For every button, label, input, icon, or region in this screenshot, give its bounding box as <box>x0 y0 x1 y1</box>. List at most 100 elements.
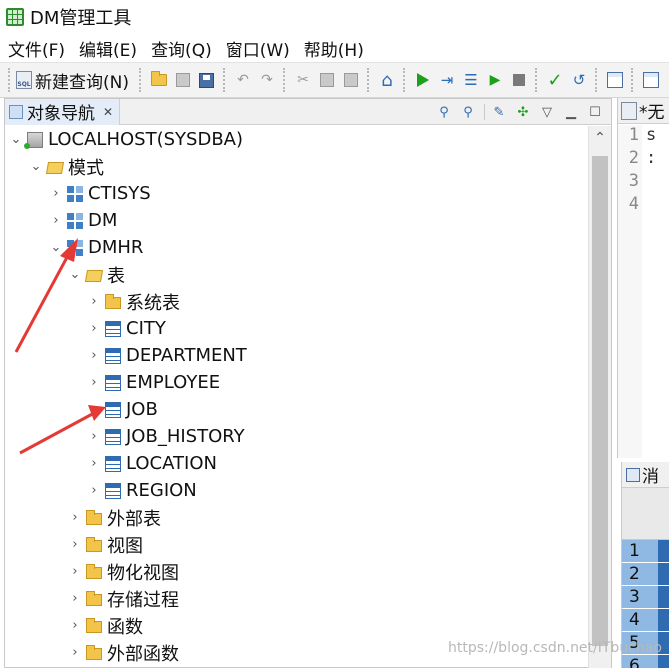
menu-file[interactable]: 文件(F) <box>8 36 65 61</box>
chevron-right-icon[interactable]: › <box>68 591 82 606</box>
save-disabled-button[interactable] <box>172 69 194 91</box>
execute-plan-button[interactable]: ☰ <box>460 69 482 91</box>
chevron-right-icon[interactable]: › <box>68 618 82 633</box>
chevron-right-icon[interactable]: › <box>68 564 82 579</box>
tree-node-tables[interactable]: ⌄ 表 <box>68 261 125 288</box>
open-button[interactable] <box>148 69 170 91</box>
undo-button[interactable]: ↶ <box>232 69 254 91</box>
code-line: s <box>646 125 657 145</box>
tree-node-city[interactable]: › CITY <box>87 315 165 342</box>
tree-node-ctisys[interactable]: › CTISYS <box>49 180 151 207</box>
collapse-all-icon[interactable]: ✣ <box>513 102 533 122</box>
chevron-right-icon[interactable]: › <box>49 186 63 201</box>
chevron-down-icon[interactable]: ⌄ <box>29 159 43 174</box>
tree-node-materialized-views[interactable]: › 物化视图 <box>68 558 179 585</box>
chevron-right-icon[interactable]: › <box>87 402 101 417</box>
tab-sql-editor[interactable]: *无 <box>618 98 669 124</box>
chevron-down-icon[interactable]: ⌄ <box>9 132 23 147</box>
execute-button[interactable] <box>412 69 434 91</box>
chevron-down-icon[interactable]: ⌄ <box>68 267 82 282</box>
result-row[interactable]: 1 <box>622 540 669 563</box>
tree-node-schemas[interactable]: ⌄ 模式 <box>29 153 104 180</box>
tab-object-navigator[interactable]: 对象导航 ✕ <box>5 98 121 125</box>
save-all-button[interactable] <box>196 69 218 91</box>
view-menu-icon[interactable]: ▽ <box>537 102 557 122</box>
tree-node-procedures[interactable]: › 存储过程 <box>68 585 179 612</box>
settings-button[interactable] <box>640 69 662 91</box>
execute-step-button[interactable]: ⇥ <box>436 69 458 91</box>
result-cell[interactable] <box>658 586 669 608</box>
menu-query[interactable]: 查询(Q) <box>151 36 212 61</box>
tree-node-system-tables[interactable]: › 系统表 <box>87 288 180 315</box>
redo-button[interactable]: ↷ <box>256 69 278 91</box>
toolbar-grip[interactable] <box>8 68 12 92</box>
tab-messages[interactable]: 消 <box>622 462 669 488</box>
tree-node-region[interactable]: › REGION <box>87 477 196 504</box>
menu-window[interactable]: 窗口(W) <box>226 36 290 61</box>
tree-node-label: 外部函数 <box>107 643 179 665</box>
tree-node-job[interactable]: › JOB <box>87 396 157 423</box>
chevron-right-icon[interactable]: › <box>87 348 101 363</box>
chevron-right-icon[interactable]: › <box>87 321 101 336</box>
tree-node-label: 模式 <box>68 157 104 179</box>
minimize-icon[interactable]: ▁ <box>561 102 581 122</box>
edit-icon[interactable]: ✎ <box>489 102 509 122</box>
chevron-right-icon[interactable]: › <box>68 537 82 552</box>
commit-button[interactable]: ✓ <box>544 69 566 91</box>
code-area[interactable]: s : <box>646 125 669 458</box>
step-icon: ⇥ <box>440 71 454 89</box>
chevron-right-icon[interactable]: › <box>68 645 82 660</box>
result-cell[interactable] <box>658 563 669 585</box>
rollback-button[interactable]: ↺ <box>568 69 590 91</box>
connect-icon[interactable]: ⚲ <box>434 102 454 122</box>
grid-view-button[interactable] <box>604 69 626 91</box>
window-title: DM管理工具 <box>30 8 132 29</box>
chevron-right-icon[interactable]: › <box>87 294 101 309</box>
chevron-right-icon[interactable]: › <box>49 213 63 228</box>
paste-button[interactable] <box>340 69 362 91</box>
tree-scrollbar[interactable]: ⌃ <box>588 126 611 668</box>
scrollbar-thumb[interactable] <box>592 156 608 646</box>
result-cell[interactable] <box>658 609 669 631</box>
tree-node-label: CTISYS <box>88 183 151 204</box>
chevron-right-icon[interactable]: › <box>87 483 101 498</box>
tree-node-external-functions[interactable]: › 外部函数 <box>68 639 179 666</box>
menu-help[interactable]: 帮助(H) <box>304 36 364 61</box>
chevron-right-icon[interactable]: › <box>87 429 101 444</box>
tree-node-views[interactable]: › 视图 <box>68 531 143 558</box>
stop-button[interactable] <box>508 69 530 91</box>
tree-node-dm[interactable]: › DM <box>49 207 117 234</box>
result-row[interactable]: 6 <box>622 655 669 668</box>
chevron-up-icon[interactable]: ⌃ <box>589 126 611 150</box>
tree-node-localhost[interactable]: ⌄ LOCALHOST(SYSDBA) <box>9 126 243 153</box>
chevron-right-icon[interactable]: › <box>68 510 82 525</box>
table-icon <box>105 401 121 418</box>
menu-edit[interactable]: 编辑(E) <box>79 36 137 61</box>
copy-button[interactable] <box>316 69 338 91</box>
disconnect-icon[interactable]: ⚲ <box>458 102 478 122</box>
chevron-right-icon[interactable]: › <box>87 375 101 390</box>
result-row[interactable]: 4 <box>622 609 669 632</box>
tree-node-dmhr[interactable]: ⌄ DMHR <box>49 234 144 261</box>
tree-node-employee[interactable]: › EMPLOYEE <box>87 369 220 396</box>
chevron-down-icon[interactable]: ⌄ <box>49 240 63 255</box>
maximize-icon[interactable]: ☐ <box>585 102 605 122</box>
chevron-right-icon[interactable]: › <box>87 456 101 471</box>
close-icon[interactable]: ✕ <box>103 105 113 119</box>
result-row[interactable]: 3 <box>622 586 669 609</box>
tree-node-label: 表 <box>107 265 125 287</box>
tree-node-location[interactable]: › LOCATION <box>87 450 217 477</box>
cut-button[interactable]: ✂ <box>292 69 314 91</box>
execute-script-button[interactable]: ▶ <box>484 69 506 91</box>
title-bar: DM管理工具 <box>0 0 669 34</box>
toolbar-separator <box>534 68 539 92</box>
result-cell[interactable] <box>658 540 669 562</box>
tree-node-job-history[interactable]: › JOB_HISTORY <box>87 423 244 450</box>
tree-node-department[interactable]: › DEPARTMENT <box>87 342 246 369</box>
result-row[interactable]: 2 <box>622 563 669 586</box>
home-button[interactable]: ⌂ <box>376 69 398 91</box>
result-cell[interactable] <box>658 655 669 668</box>
tree-node-external-tables[interactable]: › 外部表 <box>68 504 161 531</box>
tree-node-functions[interactable]: › 函数 <box>68 612 143 639</box>
new-query-button[interactable]: SQL 新建查询(N) <box>16 68 129 93</box>
